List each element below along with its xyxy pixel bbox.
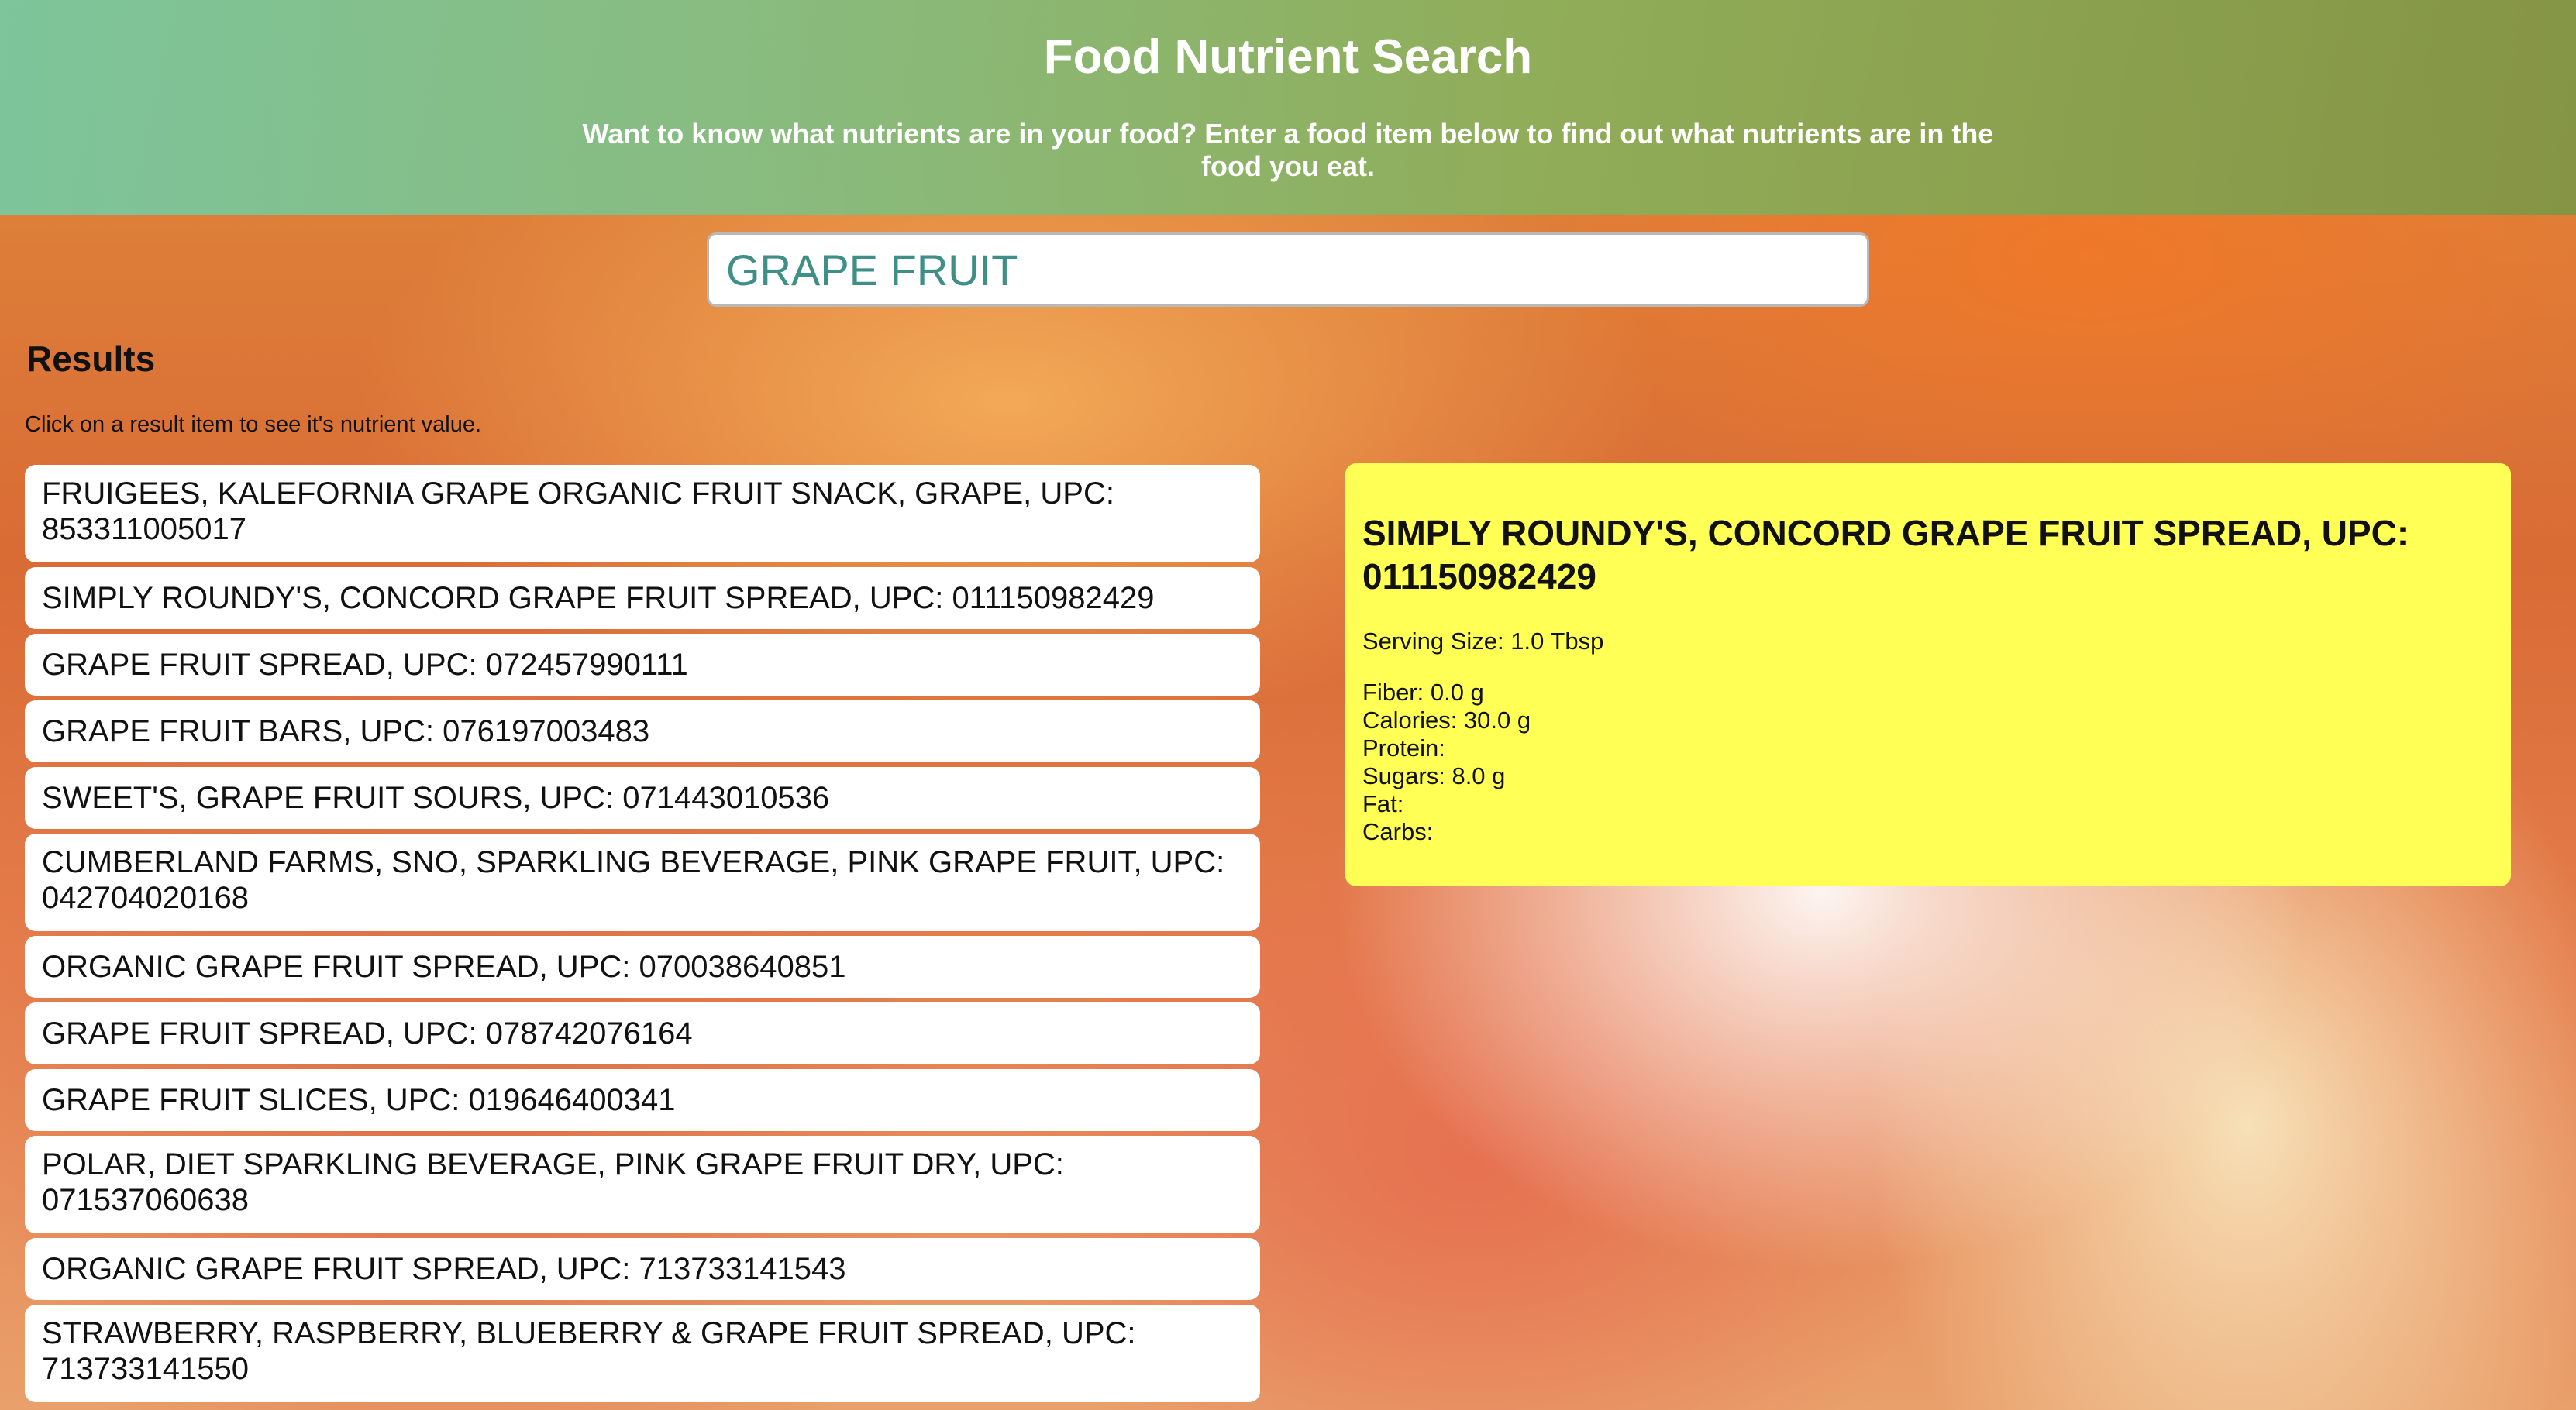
results-list: FRUIGEES, KALEFORNIA GRAPE ORGANIC FRUIT… bbox=[25, 465, 1260, 1407]
result-item[interactable]: GRAPE FRUIT SLICES, UPC: 019646400341 bbox=[25, 1069, 1260, 1131]
result-item[interactable]: GRAPE FRUIT BARS, UPC: 076197003483 bbox=[25, 700, 1260, 762]
result-item[interactable]: STRAWBERRY, RASPBERRY, BLUEBERRY & GRAPE… bbox=[25, 1305, 1260, 1402]
search-box[interactable] bbox=[707, 232, 1869, 307]
result-item[interactable]: SWEET'S, GRAPE FRUIT SOURS, UPC: 0714430… bbox=[25, 767, 1260, 829]
result-item[interactable]: FRUIGEES, KALEFORNIA GRAPE ORGANIC FRUIT… bbox=[25, 465, 1260, 562]
nutrient-protein: Protein: bbox=[1362, 734, 1445, 762]
nutrient-carbs: Carbs: bbox=[1362, 818, 1434, 845]
result-item[interactable]: ORGANIC GRAPE FRUIT SPREAD, UPC: 0700386… bbox=[25, 936, 1260, 998]
detail-title: SIMPLY ROUNDY'S, CONCORD GRAPE FRUIT SPR… bbox=[1362, 513, 2409, 597]
page-title: Food Nutrient Search bbox=[1043, 30, 1533, 84]
result-item[interactable]: CUMBERLAND FARMS, SNO, SPARKLING BEVERAG… bbox=[25, 834, 1260, 931]
nutrient-fiber: Fiber: 0.0 g bbox=[1362, 679, 1484, 706]
result-item[interactable]: GRAPE FRUIT SPREAD, UPC: 072457990111 bbox=[25, 634, 1260, 696]
page-subtitle: Want to know what nutrients are in your … bbox=[582, 118, 1994, 182]
nutrient-sugars: Sugars: 8.0 g bbox=[1362, 762, 1506, 789]
nutrient-list: Fiber: 0.0 g Calories: 30.0 g Protein: S… bbox=[1362, 679, 2494, 846]
result-item[interactable]: GRAPE FRUIT SPREAD, UPC: 078742076164 bbox=[25, 1002, 1260, 1064]
result-item[interactable]: POLAR, DIET SPARKLING BEVERAGE, PINK GRA… bbox=[25, 1136, 1260, 1233]
serving-size: Serving Size: 1.0 Tbsp bbox=[1362, 628, 1604, 655]
results-heading: Results bbox=[26, 339, 156, 379]
nutrient-fat: Fat: bbox=[1362, 790, 1404, 817]
result-item[interactable]: ORGANIC GRAPE FRUIT SPREAD, UPC: 7137331… bbox=[25, 1238, 1260, 1300]
nutrient-detail-card: SIMPLY ROUNDY'S, CONCORD GRAPE FRUIT SPR… bbox=[1345, 463, 2511, 886]
search-input[interactable] bbox=[709, 235, 1867, 304]
result-item[interactable]: SIMPLY ROUNDY'S, CONCORD GRAPE FRUIT SPR… bbox=[25, 567, 1260, 629]
page-header: Food Nutrient Search Want to know what n… bbox=[0, 0, 2576, 215]
results-hint: Click on a result item to see it's nutri… bbox=[25, 412, 482, 437]
nutrient-calories: Calories: 30.0 g bbox=[1362, 707, 1531, 734]
